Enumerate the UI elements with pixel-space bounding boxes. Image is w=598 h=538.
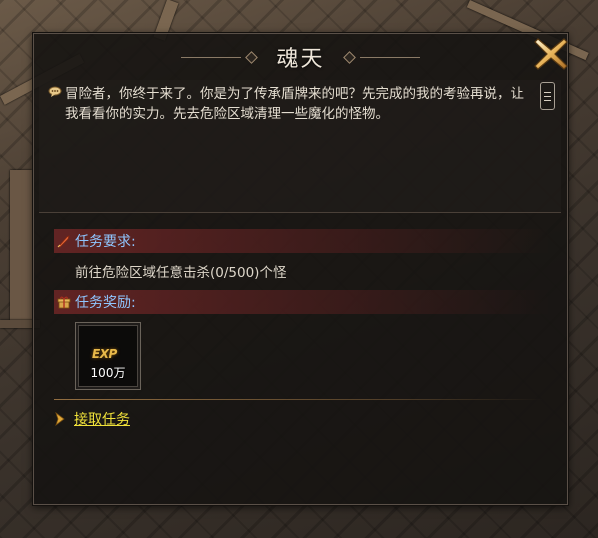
- reward-item-slot[interactable]: EXP 100万: [76, 323, 140, 389]
- npc-dialog-text: 冒险者，你终于来了。你是为了传承盾牌来的吧？先完成的我的考验再说，让我看看你的实…: [65, 86, 524, 122]
- speech-bubble-icon: [48, 86, 62, 97]
- title-ornament-diamond: [342, 50, 356, 64]
- quest-requirement-text: 前往危险区域任意击杀(0/500)个怪: [75, 265, 287, 281]
- quest-requirement-header: 任务要求:: [54, 229, 550, 253]
- chevron-right-icon: [55, 412, 65, 426]
- dialog-title-bar: 魂天: [34, 34, 567, 80]
- scrollbar-handle[interactable]: [540, 82, 555, 110]
- npc-name-title: 魂天: [276, 47, 325, 72]
- quest-reward-label: 任务奖励:: [75, 295, 136, 311]
- quill-icon: [57, 235, 70, 248]
- quest-dialog: 魂天 冒险者，你终于来了。你是为了传承盾牌来的吧？先完成的我的考验再说，让我看看…: [33, 33, 568, 505]
- accept-quest-link[interactable]: 接取任务: [74, 409, 130, 429]
- wooden-beam: [10, 170, 32, 320]
- quest-reward-header: 任务奖励:: [54, 290, 550, 314]
- npc-dialog-text-box: 冒险者，你终于来了。你是为了传承盾牌来的吧？先完成的我的考验再说，让我看看你的实…: [39, 80, 561, 213]
- title-ornament-diamond: [245, 50, 259, 64]
- title-ornament-line: [181, 56, 242, 58]
- close-button[interactable]: [531, 34, 571, 74]
- close-icon: [534, 38, 568, 70]
- accept-quest-row: 接取任务: [54, 408, 130, 430]
- quest-requirement-label: 任务要求:: [75, 234, 136, 250]
- title-ornament-line: [359, 56, 420, 58]
- reward-amount: 100万: [90, 366, 126, 380]
- section-divider: [54, 399, 544, 400]
- gift-icon: [57, 296, 71, 309]
- exp-icon: EXP: [92, 347, 117, 361]
